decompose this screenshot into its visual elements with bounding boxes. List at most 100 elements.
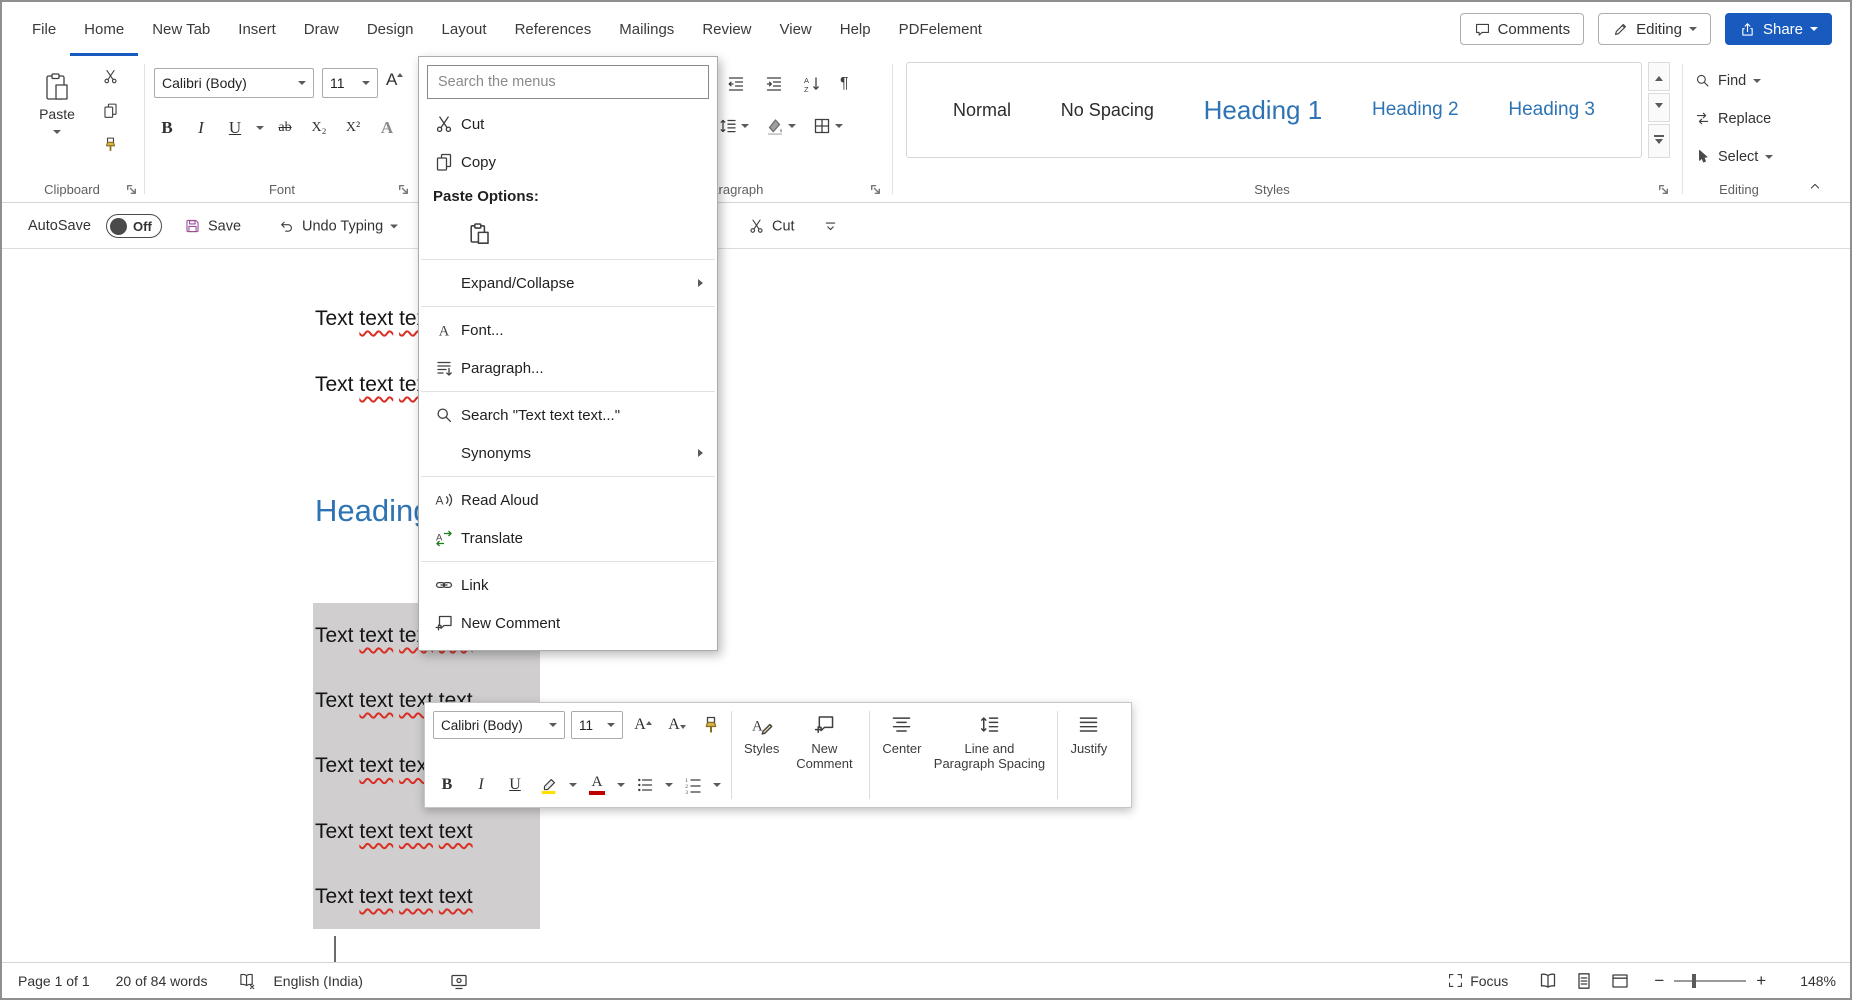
editing-mode-button[interactable]: Editing bbox=[1598, 13, 1711, 45]
decrease-indent-button[interactable] bbox=[724, 72, 748, 96]
clipboard-dialog-launcher[interactable] bbox=[124, 183, 138, 197]
tab-pdfelement[interactable]: PDFelement bbox=[885, 2, 996, 56]
proofing-errors-button[interactable] bbox=[237, 971, 257, 991]
mini-justify-button[interactable]: Justify bbox=[1064, 709, 1113, 801]
mini-format-painter-button[interactable] bbox=[697, 710, 725, 740]
mini-highlight-button[interactable] bbox=[535, 770, 563, 800]
style-heading-3[interactable]: Heading 3 bbox=[1508, 99, 1595, 121]
quick-cut-button[interactable]: Cut bbox=[748, 218, 795, 235]
mini-font-color-button[interactable]: A bbox=[583, 770, 611, 800]
mini-underline-button[interactable]: U bbox=[501, 770, 529, 800]
mini-grow-font-button[interactable]: A bbox=[629, 710, 657, 740]
menu-search-input[interactable]: Search the menus bbox=[427, 65, 709, 99]
comments-button[interactable]: Comments bbox=[1460, 13, 1585, 45]
word-count[interactable]: 20 of 84 words bbox=[116, 973, 208, 989]
menu-item-font[interactable]: AFont... bbox=[419, 311, 717, 349]
tab-home[interactable]: Home bbox=[70, 2, 138, 56]
mini-bullets-button[interactable] bbox=[631, 770, 659, 800]
paste-option-keep-source-button[interactable] bbox=[459, 214, 499, 252]
menu-item-translate[interactable]: ATranslate bbox=[419, 519, 717, 557]
italic-button[interactable]: I bbox=[188, 113, 214, 143]
select-button[interactable]: Select bbox=[1694, 142, 1773, 171]
styles-scroll-up-button[interactable] bbox=[1648, 62, 1670, 91]
replace-button[interactable]: Replace bbox=[1694, 104, 1773, 133]
cut-button[interactable] bbox=[100, 66, 121, 87]
mini-styles-button[interactable]: AStyles bbox=[738, 709, 785, 801]
superscript-button[interactable]: X² bbox=[340, 113, 366, 143]
show-paragraph-marks-button[interactable]: ¶ bbox=[838, 73, 851, 95]
zoom-in-button[interactable]: + bbox=[1756, 971, 1766, 991]
tab-layout[interactable]: Layout bbox=[428, 2, 501, 56]
mini-font-size-select[interactable]: 11 bbox=[571, 711, 623, 739]
web-layout-button[interactable] bbox=[1610, 971, 1630, 991]
styles-dialog-launcher[interactable] bbox=[1656, 183, 1670, 197]
tab-design[interactable]: Design bbox=[353, 2, 428, 56]
tab-view[interactable]: View bbox=[766, 2, 826, 56]
menu-item-paragraph[interactable]: Paragraph... bbox=[419, 349, 717, 387]
subscript-button[interactable]: X₂ bbox=[306, 113, 332, 143]
toolbar-overflow-button[interactable] bbox=[822, 218, 839, 235]
paste-button[interactable]: Paste bbox=[26, 64, 88, 166]
paragraph-dialog-launcher[interactable] bbox=[868, 183, 882, 197]
menu-item-cut[interactable]: Cut bbox=[419, 105, 717, 143]
style-no-spacing[interactable]: No Spacing bbox=[1061, 100, 1154, 121]
grow-font-button[interactable]: A bbox=[386, 68, 403, 98]
font-size-select[interactable]: 11 bbox=[322, 68, 378, 98]
undo-button[interactable]: Undo Typing bbox=[278, 218, 398, 235]
zoom-level[interactable]: 148% bbox=[1800, 973, 1836, 989]
underline-button[interactable]: U bbox=[222, 113, 248, 143]
menu-item-expand-collapse[interactable]: Expand/Collapse bbox=[419, 264, 717, 302]
document-heading[interactable]: Heading bbox=[315, 493, 430, 529]
styles-gallery-more-button[interactable] bbox=[1648, 124, 1670, 158]
autosave-toggle[interactable]: Off bbox=[106, 214, 162, 238]
language-indicator[interactable]: English (India) bbox=[273, 973, 363, 989]
menu-item-synonyms[interactable]: Synonyms bbox=[419, 434, 717, 472]
tab-references[interactable]: References bbox=[501, 2, 606, 56]
bold-button[interactable]: B bbox=[154, 113, 180, 143]
mini-bold-button[interactable]: B bbox=[433, 770, 461, 800]
sort-button[interactable]: AZ bbox=[800, 72, 824, 96]
read-mode-button[interactable] bbox=[1538, 971, 1558, 991]
style-heading-1[interactable]: Heading 1 bbox=[1204, 95, 1323, 126]
mini-line-and-paragraph-spacing-button[interactable]: Line and Paragraph Spacing bbox=[927, 709, 1051, 801]
strikethrough-button[interactable]: ab bbox=[272, 113, 298, 143]
menu-item-search-text-text-text[interactable]: Search "Text text text..." bbox=[419, 396, 717, 434]
style-heading-2[interactable]: Heading 2 bbox=[1372, 99, 1459, 121]
mini-font-name-select[interactable]: Calibri (Body) bbox=[433, 711, 565, 739]
menu-item-copy[interactable]: Copy bbox=[419, 143, 717, 181]
print-layout-button[interactable] bbox=[1574, 971, 1594, 991]
mini-italic-button[interactable]: I bbox=[467, 770, 495, 800]
zoom-slider[interactable] bbox=[1674, 980, 1746, 982]
tab-review[interactable]: Review bbox=[688, 2, 765, 56]
increase-indent-button[interactable] bbox=[762, 72, 786, 96]
text-line[interactable]: Text text text text bbox=[315, 799, 540, 864]
styles-scroll-down-button[interactable] bbox=[1648, 93, 1670, 122]
borders-button[interactable] bbox=[810, 114, 845, 138]
zoom-out-button[interactable]: − bbox=[1654, 971, 1664, 991]
copy-button[interactable] bbox=[100, 100, 121, 121]
focus-mode-button[interactable]: Focus bbox=[1447, 972, 1508, 989]
menu-item-new-comment[interactable]: New Comment bbox=[419, 604, 717, 642]
font-name-select[interactable]: Calibri (Body) bbox=[154, 68, 314, 98]
zoom-slider-thumb[interactable] bbox=[1692, 974, 1696, 988]
tab-mailings[interactable]: Mailings bbox=[605, 2, 688, 56]
text-line[interactable]: Text text text text bbox=[315, 864, 540, 929]
style-normal[interactable]: Normal bbox=[953, 100, 1011, 121]
mini-center-button[interactable]: Center bbox=[876, 709, 927, 801]
tab-insert[interactable]: Insert bbox=[224, 2, 290, 56]
mini-new-comment-button[interactable]: New Comment bbox=[785, 709, 863, 801]
collapse-ribbon-button[interactable] bbox=[1806, 178, 1824, 196]
share-button[interactable]: Share bbox=[1725, 13, 1832, 45]
mini-numbering-button[interactable]: 123 bbox=[679, 770, 707, 800]
shading-button[interactable] bbox=[763, 114, 798, 138]
page-indicator[interactable]: Page 1 of 1 bbox=[18, 973, 90, 989]
line-spacing-button[interactable] bbox=[716, 114, 751, 138]
menu-item-link[interactable]: Link bbox=[419, 566, 717, 604]
save-button[interactable]: Save bbox=[184, 218, 241, 235]
macro-record-button[interactable] bbox=[449, 971, 469, 991]
mini-shrink-font-button[interactable]: A bbox=[663, 710, 691, 740]
tab-help[interactable]: Help bbox=[826, 2, 885, 56]
menu-item-read-aloud[interactable]: ARead Aloud bbox=[419, 481, 717, 519]
tab-file[interactable]: File bbox=[18, 2, 70, 56]
tab-new-tab[interactable]: New Tab bbox=[138, 2, 224, 56]
